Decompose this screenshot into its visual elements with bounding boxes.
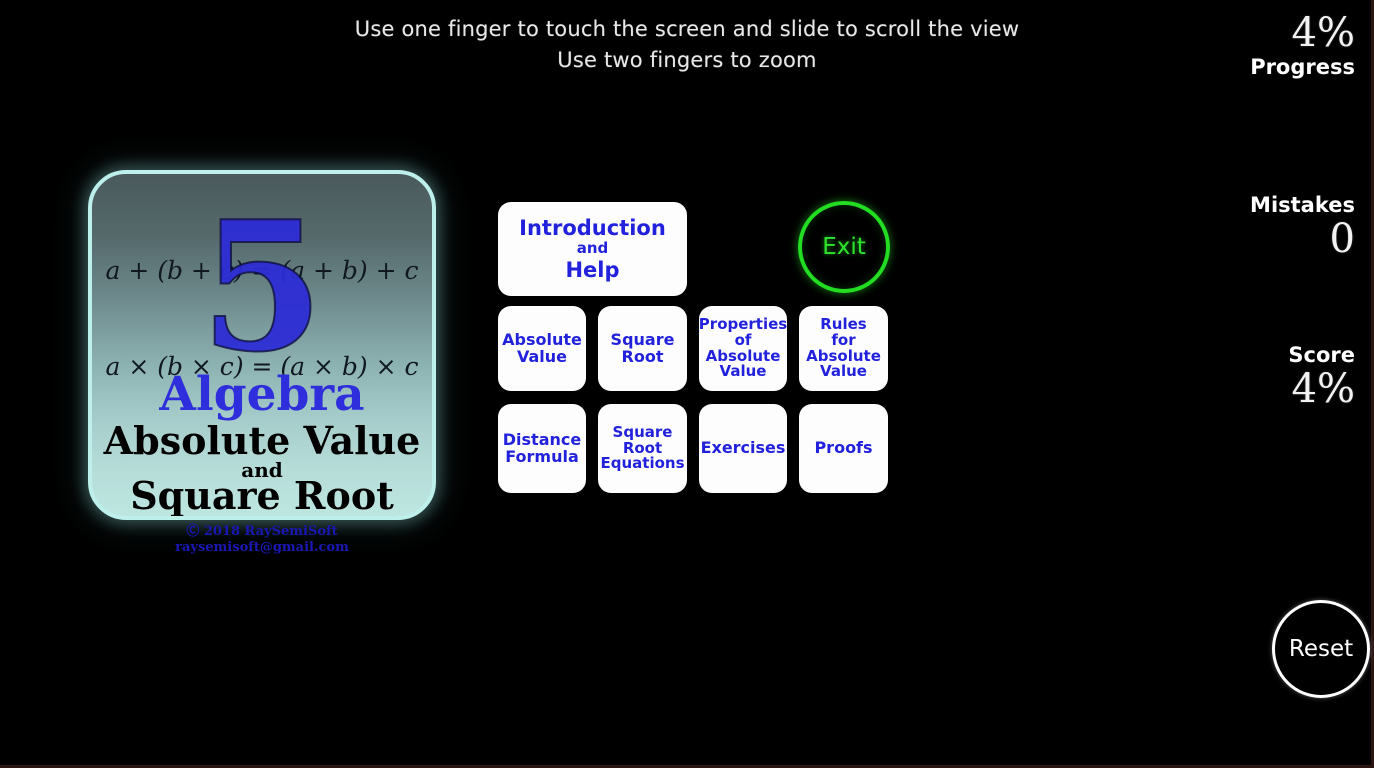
reset-button[interactable]: Reset [1272, 600, 1370, 698]
subject-title: Algebra [159, 367, 365, 422]
btn-line: Value [516, 346, 568, 366]
btn-line: Equations [600, 454, 685, 473]
title-card[interactable]: a + (b + c) = (a + b) + c a × (b × c) = … [88, 170, 436, 520]
copyright-block: Ⓒ 2018 RaySemiSoft raysemisoft@gmail.com [88, 524, 436, 556]
score-stat: Score 4% [1288, 342, 1355, 410]
exercises-button[interactable]: Exercises [699, 404, 787, 493]
rules-for-absolute-value-button[interactable]: Rules for Absolute Value [799, 306, 888, 391]
topic-title-line-2: Square Root [130, 473, 394, 518]
square-root-button[interactable]: Square Root [598, 306, 687, 391]
instruction-line-2: Use two fingers to zoom [557, 48, 817, 72]
absolute-value-button[interactable]: Absolute Value [498, 306, 586, 391]
btn-line: Formula [505, 446, 579, 466]
properties-of-absolute-value-button[interactable]: Properties of Absolute Value [699, 306, 787, 391]
chapter-number: 5 [199, 182, 325, 391]
intro-label-line-3: Help [565, 257, 620, 282]
proofs-button[interactable]: Proofs [799, 404, 888, 493]
btn-line: Square [610, 329, 675, 349]
exit-label: Exit [822, 234, 866, 260]
btn-line: Absolute [502, 329, 582, 349]
contact-email: raysemisoft@gmail.com [175, 540, 349, 555]
introduction-and-help-button[interactable]: Introduction and Help [498, 202, 687, 296]
intro-label-line-1: Introduction [519, 215, 666, 240]
copyright-line: Ⓒ 2018 RaySemiSoft [186, 524, 338, 539]
mistakes-value: 0 [1329, 216, 1355, 262]
instruction-line-1: Use one finger to touch the screen and s… [354, 17, 1020, 41]
exit-button[interactable]: Exit [798, 201, 890, 293]
intro-label-line-2: and [576, 239, 609, 258]
progress-value: 4% [1291, 10, 1355, 56]
score-label: Score [1288, 343, 1355, 367]
distance-formula-button[interactable]: Distance Formula [498, 404, 586, 493]
btn-line: Root [621, 346, 664, 366]
btn-line: Value [719, 362, 767, 381]
topic-title-line-1: Absolute Value [103, 418, 421, 463]
btn-line: Exercises [700, 438, 786, 458]
mistakes-stat: Mistakes 0 [1250, 192, 1355, 260]
reset-label: Reset [1288, 636, 1354, 662]
progress-stat: 4% Progress [1250, 12, 1355, 80]
instructions-text: Use one finger to touch the screen and s… [0, 14, 1374, 76]
app-screen: Use one finger to touch the screen and s… [0, 0, 1374, 768]
square-root-equations-button[interactable]: Square Root Equations [598, 404, 687, 493]
progress-label: Progress [1250, 55, 1355, 79]
btn-line: Distance [502, 429, 582, 449]
btn-line: Proofs [814, 438, 873, 458]
mistakes-label: Mistakes [1250, 193, 1355, 217]
btn-line: Value [820, 362, 867, 381]
score-value: 4% [1291, 366, 1355, 412]
